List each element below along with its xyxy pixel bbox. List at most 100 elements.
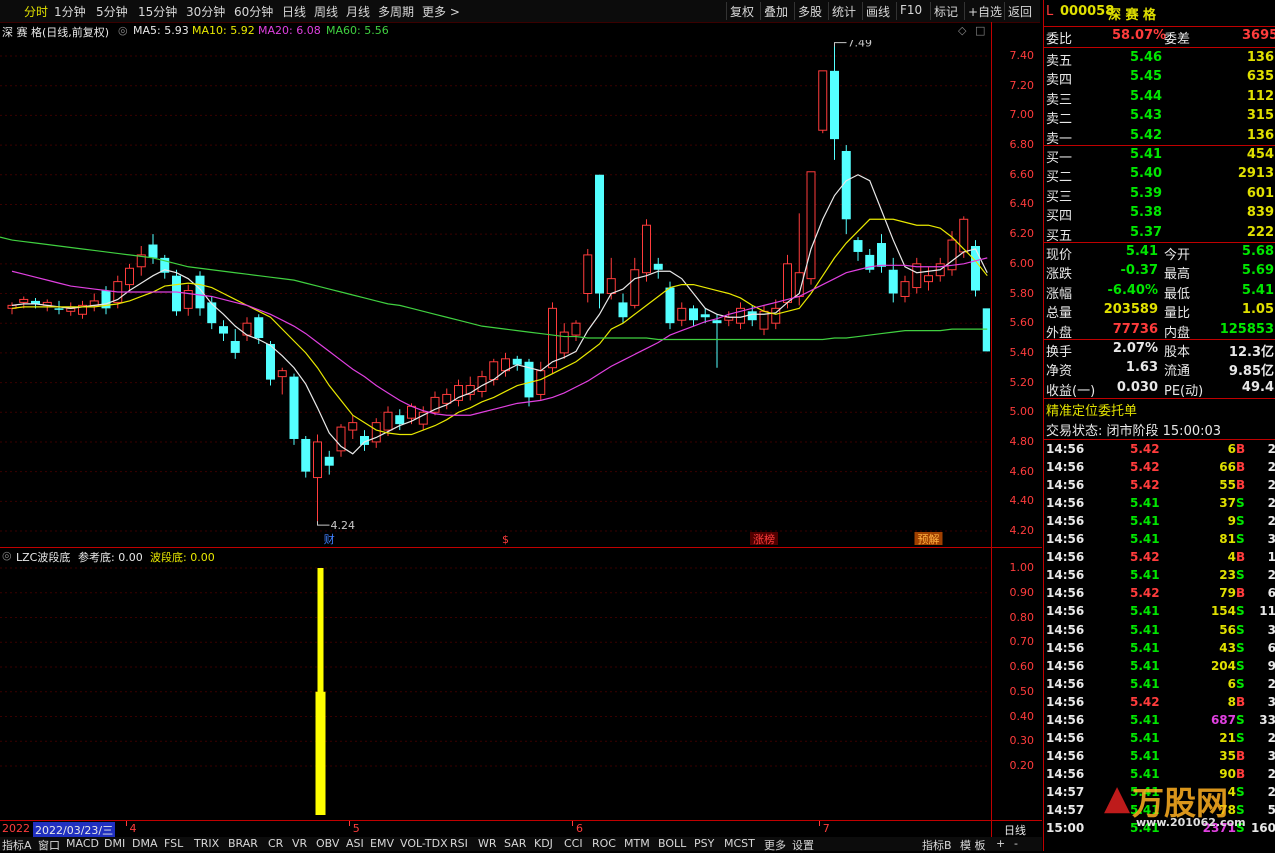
month-label: 5: [352, 822, 360, 835]
tab-period-6[interactable]: 日线: [282, 3, 306, 20]
candle: [148, 234, 158, 264]
indicator-tab-8[interactable]: CR: [268, 837, 283, 850]
event-label[interactable]: 财: [324, 532, 335, 545]
stat-value: 5.41: [1241, 282, 1274, 298]
month-label: 4: [129, 822, 137, 835]
indicator-tab-22[interactable]: PSY: [694, 837, 714, 850]
tick-volume: 35: [1219, 748, 1236, 763]
indicator-tab-20[interactable]: MTM: [624, 837, 650, 850]
settings-icon[interactable]: ◎: [118, 24, 128, 37]
tab-period-0[interactable]: 分时: [24, 3, 48, 20]
candlestick-chart[interactable]: 7.49 4.24财 $ 涨榜 预解: [0, 40, 990, 545]
toolbar-button-8[interactable]: 返回: [1008, 3, 1032, 20]
order-title[interactable]: 精准定位委托单: [1046, 400, 1137, 419]
period-toolbar: 分时 1分钟 5分钟 15分钟 30分钟 60分钟 日线 周线 月线 多周期 更多 > 复权 叠加 多股统…: [0, 0, 1040, 23]
tick-side: B: [1236, 748, 1246, 763]
candle: [642, 219, 651, 282]
indicator-tab-11[interactable]: ASI: [346, 837, 364, 850]
indicator-tab-23[interactable]: MCST: [724, 837, 755, 850]
indicator-tab-15[interactable]: WR: [478, 837, 497, 850]
tab-period-7[interactable]: 周线: [314, 3, 338, 20]
toolbar-button-1[interactable]: 叠加: [764, 3, 788, 20]
indicator-tab-3[interactable]: DMI: [104, 837, 125, 850]
tick-volume: 56: [1219, 622, 1236, 637]
toolbar-button-4[interactable]: 画线: [866, 3, 890, 20]
toolbar-button-3[interactable]: 统计: [832, 3, 856, 20]
tick-volume: 9: [1227, 514, 1236, 529]
period-label[interactable]: 日线: [1004, 822, 1026, 838]
watermark: 万股网 www.201062.com ▲: [1088, 778, 1275, 830]
tick-volume: 37: [1219, 496, 1236, 511]
tick-count: 3: [1267, 694, 1275, 709]
indicator-tab-4[interactable]: DMA: [132, 837, 158, 850]
event-label[interactable]: 涨榜: [753, 532, 775, 545]
indicator-tab-19[interactable]: ROC: [592, 837, 616, 850]
candle: [78, 300, 87, 319]
tab-period-1[interactable]: 1分钟: [54, 3, 86, 20]
tab-period-2[interactable]: 5分钟: [96, 3, 128, 20]
indicator-tab-17[interactable]: KDJ: [534, 837, 553, 850]
toolbar-button-2[interactable]: 多股: [798, 3, 822, 20]
tick-count: 6: [1267, 640, 1275, 655]
tick-volume: 6: [1227, 676, 1236, 691]
tick-price: 5.41: [1130, 622, 1160, 637]
toolbar-button-7[interactable]: +自选: [968, 3, 1002, 20]
tick-side: B: [1236, 460, 1246, 475]
indicator-tab-16[interactable]: SAR: [504, 837, 526, 850]
indicator-chart[interactable]: [0, 565, 990, 818]
event-label[interactable]: 预解: [918, 532, 940, 545]
candle-body: [348, 422, 358, 431]
price-tick: 7.00: [1009, 108, 1035, 122]
order-title-row[interactable]: 精准定位委托单: [1044, 399, 1275, 419]
indicator-tab-2[interactable]: MACD: [66, 837, 99, 850]
tick-time: 14:56: [1046, 766, 1085, 781]
stat-value: -0.37: [1120, 263, 1158, 279]
tick-price: 5.41: [1130, 676, 1160, 691]
tab-period-8[interactable]: 月线: [346, 3, 370, 20]
tab-period-3[interactable]: 15分钟: [138, 3, 177, 20]
bottom-right-button-3[interactable]: -: [1014, 837, 1018, 850]
tab-period-4[interactable]: 30分钟: [186, 3, 225, 20]
toolbar-button-0[interactable]: 复权: [730, 3, 754, 20]
price-tick: 4.20: [1009, 524, 1035, 537]
indicator-tab-9[interactable]: VR: [292, 837, 307, 850]
stat-row: 现价 5.41 今开 5.68: [1044, 243, 1275, 263]
indicator-tab-7[interactable]: BRAR: [228, 837, 258, 850]
tick-count: 1: [1267, 550, 1275, 565]
candle: [865, 248, 875, 273]
tab-period-9[interactable]: 多周期: [378, 3, 414, 20]
candle: [912, 257, 922, 294]
indicator-tab-12[interactable]: EMV: [370, 837, 394, 850]
candle: [125, 263, 134, 291]
expand-icon[interactable]: □: [975, 24, 985, 37]
indicator-tab-13[interactable]: VOL-TDX: [400, 837, 448, 850]
toolbar-button-6[interactable]: 标记: [934, 3, 958, 20]
tick-row: 14:56 5.41 35 B 3: [1044, 748, 1275, 766]
tick-row: 14:56 5.41 6 S 2: [1044, 676, 1275, 694]
tick-row: 14:56 5.42 4 B 1: [1044, 549, 1275, 567]
candle: [618, 293, 628, 324]
indicator-tab-5[interactable]: FSL: [164, 837, 183, 850]
tick-time: 14:56: [1046, 496, 1085, 511]
indicator-tab-10[interactable]: OBV: [316, 837, 339, 850]
stat2-value: 1.63: [1125, 360, 1158, 376]
candle-body: [536, 370, 546, 395]
tick-count: 3: [1267, 748, 1275, 763]
indicator-tab-18[interactable]: CCI: [564, 837, 583, 850]
indicator-tab-21[interactable]: BOLL: [658, 837, 686, 850]
price-scale: 7.40 7.20 7.00 6.80 6.60 6.40 6.20 6.00 5.80 5.60…: [992, 22, 1042, 547]
diamond-icon[interactable]: ◇: [958, 24, 966, 37]
indicator-toggle-icon[interactable]: ◎: [2, 549, 12, 562]
tick-count: 2: [1267, 568, 1275, 583]
bids-volume: 222: [1246, 224, 1274, 240]
bottom-right-button-2[interactable]: +: [996, 837, 1005, 850]
indicator-tab-14[interactable]: RSI: [450, 837, 468, 850]
month-label: 6: [576, 822, 583, 835]
toolbar-button-5[interactable]: F10: [900, 3, 922, 17]
indicator-tab-6[interactable]: TRIX: [194, 837, 219, 850]
indicator-tick: 0.70: [1009, 635, 1035, 649]
tab-period-10[interactable]: 更多 >: [422, 3, 460, 20]
event-label[interactable]: $: [502, 533, 509, 545]
tab-period-5[interactable]: 60分钟: [234, 3, 273, 20]
asks-price: 5.44: [1130, 88, 1163, 104]
